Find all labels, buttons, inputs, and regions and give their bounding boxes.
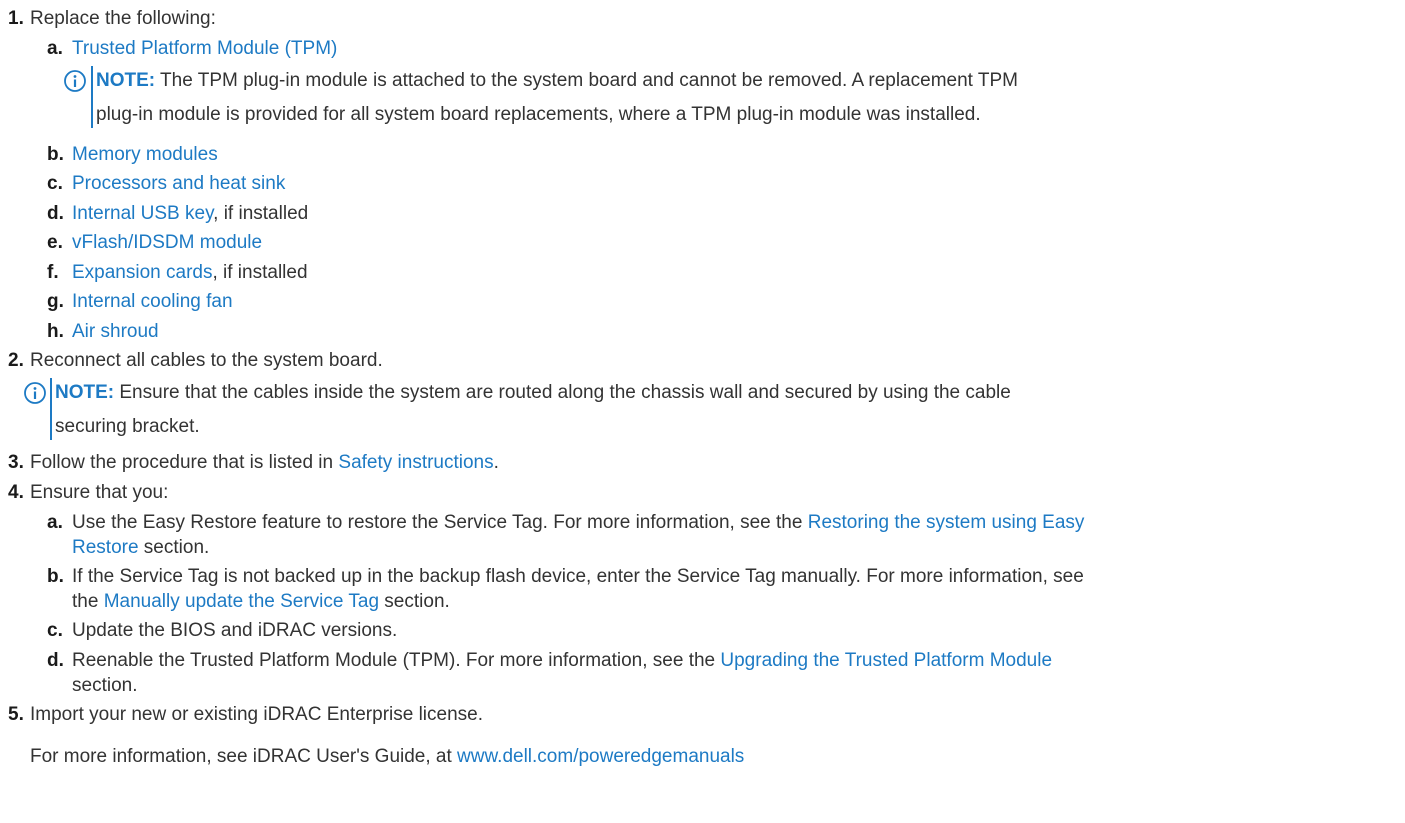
step-4a-text-2: section. [138, 537, 210, 558]
link-air-shroud[interactable]: Air shroud [72, 321, 159, 343]
step-1g-letter: g. [47, 291, 64, 312]
note-1-line-1: NOTE: The TPM plug-in module is attached… [96, 70, 1018, 92]
step-5-text: Import your new or existing iDRAC Enterp… [30, 704, 484, 725]
note-label: NOTE: [55, 382, 115, 403]
step-4-number: 4. [8, 482, 24, 503]
link-processors-heat-sink[interactable]: Processors and heat sink [72, 173, 285, 195]
link-restoring-easy-restore[interactable]: Restoring the system using Easy [808, 512, 1085, 533]
link-internal-usb-key[interactable]: Internal USB key [72, 203, 213, 224]
step-3-text-after: . [493, 452, 499, 473]
step-1d-line: Internal USB key, if installed [72, 203, 308, 225]
step-4d-line-1: Reenable the Trusted Platform Module (TP… [72, 650, 1052, 672]
step-4d-line-2: section. [72, 675, 138, 696]
step-3-text-before: Follow the procedure that is listed in [30, 452, 339, 473]
note-bar [50, 378, 52, 440]
step-1-number: 1. [8, 8, 24, 29]
link-manually-update-service-tag[interactable]: Manually update the Service Tag [104, 591, 379, 612]
note-1-line-2: plug-in module is provided for all syste… [96, 104, 981, 125]
link-restore[interactable]: Restore [72, 537, 139, 558]
step-4c-letter: c. [47, 620, 63, 641]
step-1h-letter: h. [47, 321, 64, 342]
step-4b-text-before: the [72, 591, 104, 612]
link-internal-cooling-fan[interactable]: Internal cooling fan [72, 291, 233, 313]
step-4b-line-2: the Manually update the Service Tag sect… [72, 591, 450, 613]
step-5-paragraph: For more information, see iDRAC User's G… [30, 746, 744, 768]
step-4b-letter: b. [47, 566, 64, 587]
step-1d-suffix: , if installed [213, 203, 309, 224]
step-4a-letter: a. [47, 512, 63, 533]
step-4a-text: Use the Easy Restore feature to restore … [72, 512, 808, 533]
info-circle-icon [24, 382, 46, 404]
step-5-number: 5. [8, 704, 24, 725]
link-trusted-platform-module[interactable]: Trusted Platform Module (TPM) [72, 38, 337, 60]
step-4-text: Ensure that you: [30, 482, 169, 503]
step-1f-line: Expansion cards, if installed [72, 262, 308, 284]
step-4d-letter: d. [47, 650, 64, 671]
step-4a-line-1: Use the Easy Restore feature to restore … [72, 512, 1084, 534]
step-3-number: 3. [8, 452, 24, 473]
step-1e-letter: e. [47, 232, 63, 253]
step-4b-line-1: If the Service Tag is not backed up in t… [72, 566, 1084, 587]
note-2-line-2: securing bracket. [55, 416, 200, 437]
note-1-text: The TPM plug-in module is attached to th… [155, 70, 1018, 91]
link-safety-instructions[interactable]: Safety instructions [338, 452, 493, 473]
link-vflash-idsdm-module[interactable]: vFlash/IDSDM module [72, 232, 262, 254]
info-circle-icon [64, 70, 86, 92]
link-memory-modules[interactable]: Memory modules [72, 144, 218, 166]
step-1a-letter: a. [47, 38, 63, 59]
step-2-text: Reconnect all cables to the system board… [30, 350, 383, 371]
link-upgrading-tpm[interactable]: Upgrading the Trusted Platform Module [720, 650, 1052, 671]
link-dell-poweredge-manuals[interactable]: www.dell.com/poweredgemanuals [457, 746, 744, 767]
note-label: NOTE: [96, 70, 156, 91]
step-5-para-text: For more information, see iDRAC User's G… [30, 746, 458, 767]
note-bar [91, 66, 93, 128]
step-4d-text: Reenable the Trusted Platform Module (TP… [72, 650, 721, 671]
step-3-line: Follow the procedure that is listed in S… [30, 452, 499, 474]
link-expansion-cards[interactable]: Expansion cards [72, 262, 212, 283]
step-4c-text: Update the BIOS and iDRAC versions. [72, 620, 398, 641]
note-2-line-1: NOTE: Ensure that the cables inside the … [55, 382, 1011, 404]
step-1f-suffix: , if installed [212, 262, 308, 283]
step-1b-letter: b. [47, 144, 64, 165]
step-1c-letter: c. [47, 173, 63, 194]
step-1f-letter: f. [47, 262, 59, 283]
step-1-text: Replace the following: [30, 8, 216, 29]
step-2-number: 2. [8, 350, 24, 371]
note-2-text: Ensure that the cables inside the system… [114, 382, 1011, 403]
step-4b-text-after: section. [379, 591, 450, 612]
step-4a-line-2: Restore section. [72, 537, 209, 559]
step-1d-letter: d. [47, 203, 64, 224]
